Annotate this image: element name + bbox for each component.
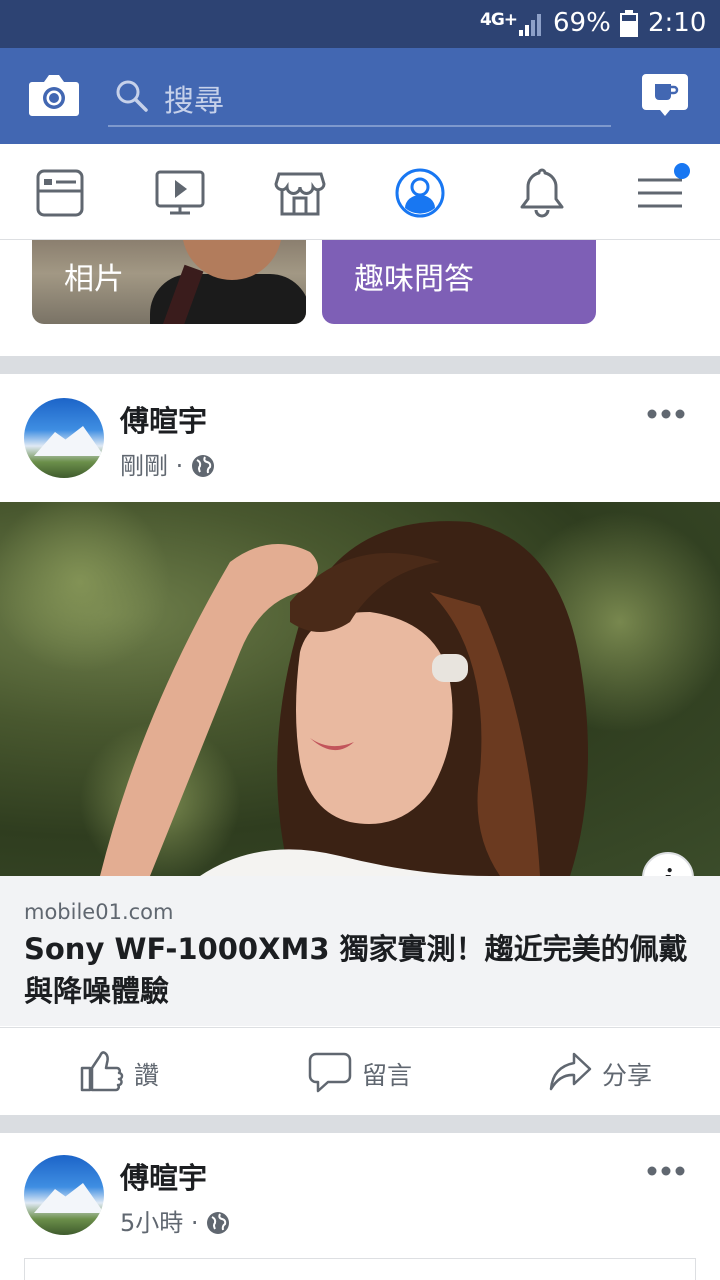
top-bar: 搜尋 (0, 48, 720, 144)
post-author[interactable]: 傅暄宇 (120, 398, 207, 440)
menu-badge (674, 163, 690, 179)
marketplace-icon[interactable] (273, 166, 327, 220)
clock: 2:10 (648, 8, 707, 38)
post-content-preview[interactable] (24, 1258, 696, 1280)
post-actions: 讚 留言 分享 (0, 1027, 720, 1115)
globe-icon (207, 1212, 230, 1234)
post-photo (0, 502, 720, 876)
share-label: 分享 (602, 1061, 653, 1090)
post-time: 5小時 (120, 1209, 184, 1237)
quiz-card[interactable]: 趣味問答 (322, 240, 596, 324)
link-domain: mobile01.com (24, 900, 174, 924)
link-preview[interactable]: mobile01.com Sony WF-1000XM3 獨家實測！趨近完美的佩… (0, 876, 720, 1026)
feed-divider (0, 1115, 720, 1133)
profile-icon[interactable] (393, 166, 447, 220)
messenger-icon[interactable] (640, 72, 690, 122)
like-button[interactable]: 讚 (80, 1050, 180, 1094)
tab-bar (0, 144, 720, 240)
avatar[interactable] (24, 1155, 104, 1235)
comment-icon (308, 1052, 352, 1093)
post-meta[interactable]: 剛剛 · (120, 446, 215, 481)
signal-icon (519, 14, 541, 36)
search-icon (116, 80, 148, 112)
link-title: Sony WF-1000XM3 獨家實測！趨近完美的佩戴與降噪體驗 (24, 932, 688, 1008)
photos-card[interactable]: 相片 (32, 240, 306, 324)
comment-label: 留言 (362, 1061, 413, 1090)
comment-button[interactable]: 留言 (308, 1050, 428, 1094)
share-button[interactable]: 分享 (548, 1050, 668, 1094)
news-feed-icon[interactable] (33, 166, 87, 220)
status-bar: 4G+ 69% 2:10 (0, 0, 720, 48)
search-input[interactable]: 搜尋 (164, 76, 224, 120)
battery-percent: 69% (553, 8, 611, 38)
more-options-icon[interactable] (646, 408, 686, 420)
camera-icon[interactable] (28, 72, 80, 118)
watch-icon[interactable] (153, 166, 207, 220)
search-underline (108, 125, 611, 127)
share-icon (549, 1052, 592, 1091)
like-label: 讚 (134, 1061, 160, 1090)
feed-divider (0, 356, 720, 374)
network-type: 4G+ (480, 10, 518, 30)
globe-icon (191, 455, 214, 477)
post-meta[interactable]: 5小時 · (120, 1203, 230, 1238)
post-author[interactable]: 傅暄宇 (120, 1155, 207, 1197)
battery-icon (620, 10, 638, 37)
avatar[interactable] (24, 398, 104, 478)
thumbs-up-icon (80, 1051, 124, 1092)
quiz-card-label: 趣味問答 (354, 262, 474, 297)
notifications-icon[interactable] (515, 166, 569, 220)
post-time: 剛剛 (120, 452, 168, 480)
photos-card-label: 相片 (64, 262, 124, 297)
more-options-icon[interactable] (646, 1165, 686, 1177)
post-link-image[interactable] (0, 502, 720, 876)
